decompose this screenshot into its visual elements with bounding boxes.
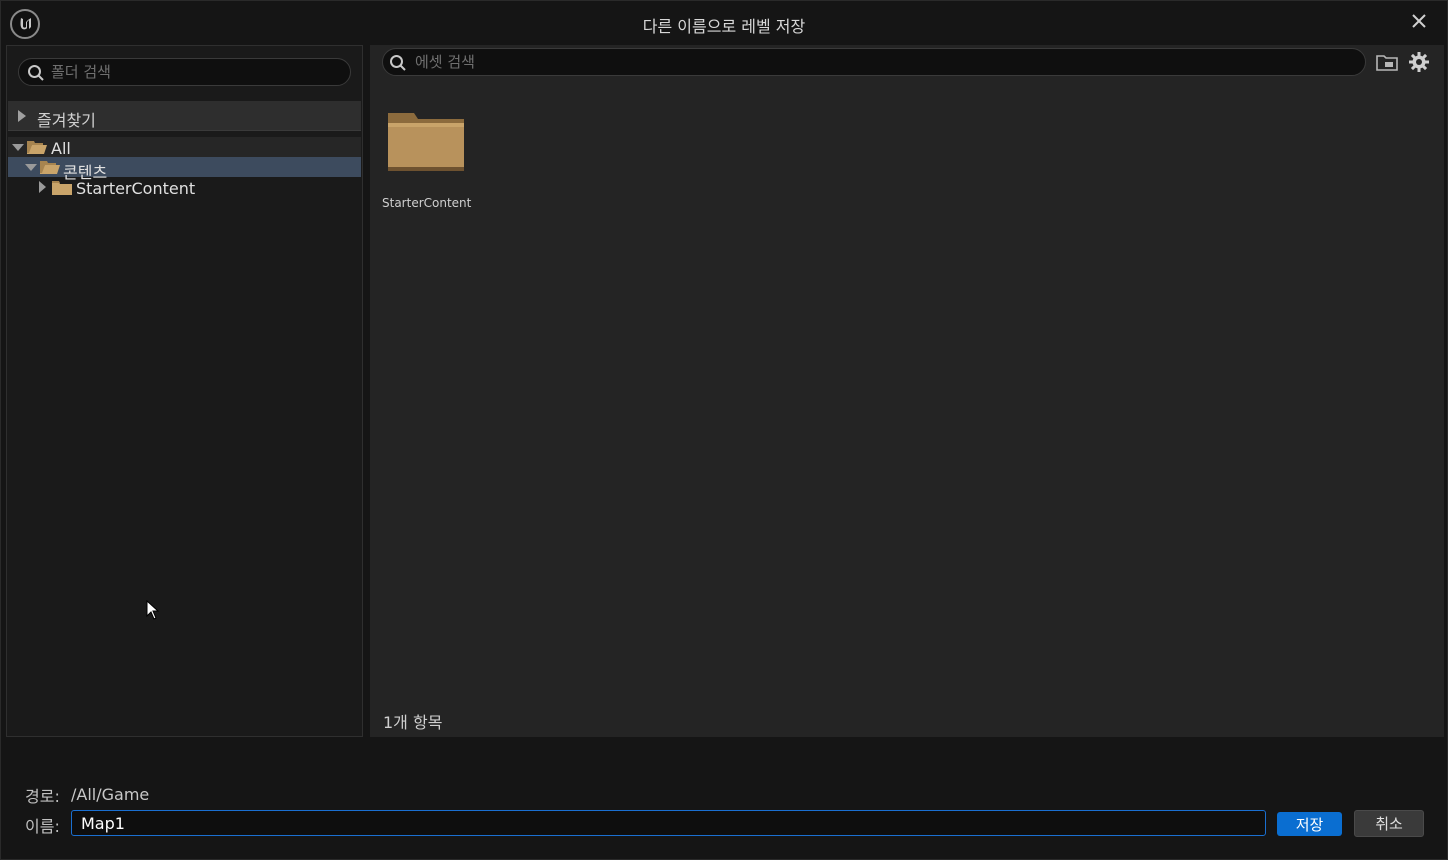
mouse-cursor-icon: [146, 600, 160, 620]
folder-icon: [52, 181, 72, 195]
folder-icon: [388, 113, 464, 171]
folder-open-icon: [40, 161, 60, 174]
favorites-label: 즐겨찾기: [37, 111, 96, 130]
item-count: 1개 항목: [383, 713, 443, 732]
search-icon: [389, 54, 407, 76]
save-level-dialog: 다른 이름으로 레벨 저장 즐겨찾기 All 콘텐츠: [0, 0, 1448, 860]
cancel-button[interactable]: 취소: [1354, 810, 1424, 837]
gear-icon[interactable]: [1408, 51, 1430, 73]
name-label: 이름:: [25, 817, 60, 836]
folder-search-box[interactable]: [18, 58, 351, 86]
folder-open-icon: [27, 141, 47, 154]
search-icon: [27, 64, 45, 86]
collapse-arrow-icon[interactable]: [25, 164, 37, 171]
favorites-section[interactable]: 즐겨찾기: [8, 101, 361, 131]
expand-arrow-icon[interactable]: [18, 110, 26, 122]
folder-tree: All 콘텐츠 StarterContent: [8, 137, 361, 198]
title-bar: 다른 이름으로 레벨 저장: [1, 1, 1447, 45]
tree-item-startercontent[interactable]: StarterContent: [8, 177, 361, 198]
asset-tile-startercontent[interactable]: StarterContent: [382, 105, 474, 215]
dialog-title: 다른 이름으로 레벨 저장: [642, 17, 806, 36]
tree-item-label: StarterContent: [76, 179, 196, 198]
path-value: /All/Game: [71, 785, 150, 804]
collapse-arrow-icon[interactable]: [12, 144, 24, 151]
expand-arrow-icon[interactable]: [39, 181, 46, 193]
tree-item-label: All: [51, 139, 71, 158]
save-button[interactable]: 저장: [1277, 812, 1342, 836]
tree-item-content[interactable]: 콘텐츠: [8, 157, 361, 182]
asset-search-input[interactable]: [415, 52, 1355, 72]
tree-item-all[interactable]: All: [8, 137, 361, 158]
folder-panel: 즐겨찾기 All 콘텐츠 StarterContent: [6, 45, 363, 737]
asset-panel: StarterContent 1개 항목: [370, 45, 1444, 737]
level-name-input[interactable]: [71, 810, 1266, 836]
path-label: 경로:: [25, 787, 60, 806]
close-icon[interactable]: [1407, 9, 1431, 33]
asset-tile-label: StarterContent: [382, 196, 472, 210]
folder-add-icon[interactable]: [1376, 53, 1398, 71]
asset-search-box[interactable]: [382, 48, 1366, 76]
folder-search-input[interactable]: [51, 62, 341, 82]
save-footer: 경로: /All/Game 이름: 저장 취소: [6, 739, 1444, 857]
